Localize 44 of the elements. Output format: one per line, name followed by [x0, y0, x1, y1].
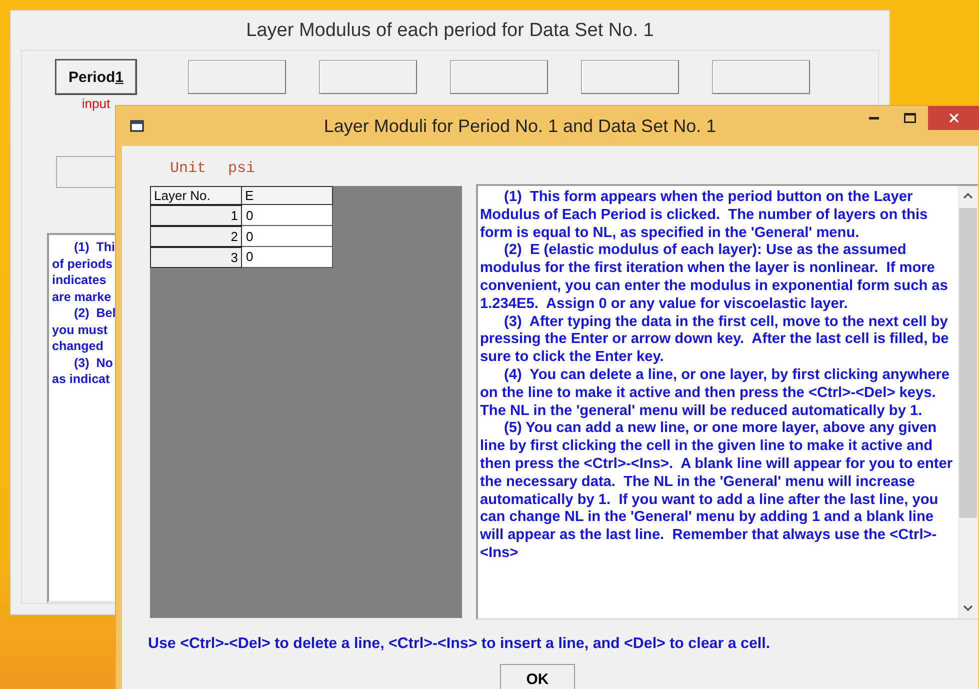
help-paragraph: (1) This form appears when the period button on the Layer Modulus of Each Period is clicked. The number of layers on this form is equal to NL, as specified in the 'General' menu. [480, 189, 929, 242]
help-paragraph: (5) You can add a new line, or one more layer, above any given line by first clicking the cell in the given line to make it active and then press the <Ctrl>-<Ins>. A blank line will appear for you to enter the necessary data. The NL in the 'General' menu will increase automatically by 1. If you want to add a line after the last line, you can change NL in the 'General' menu by adding 1 and a blank line will appear as the last line. Remember that always use the <Ctrl>-<Ins> [480, 420, 954, 563]
table-cell[interactable]: 0 [242, 246, 332, 267]
row-header: 2 [150, 226, 242, 246]
scroll-up-icon[interactable] [963, 192, 973, 199]
help-paragraph: (4) You can delete a line, or one layer, by first clicking anywhere on the line to make it active and then press the <Ctrl>-<Del> keys. The NL in the 'general' menu will be reduced automatically by 1. [480, 366, 951, 420]
period-button[interactable] [450, 60, 548, 94]
window-title: Layer Modulus of each period for Data Set No. 1 [245, 18, 655, 42]
help-paragraph: (2) E (elastic modulus of each layer): Use as the assumed modulus for the first iteration when the layer is nonlinear. If more convenient, you can enter the modulus in exponential form such as 1.234E5. Assign 0 or any value for viscoelastic layer. [480, 242, 949, 314]
minimize-icon [869, 116, 879, 120]
table-cell[interactable]: 0 [242, 204, 332, 226]
unit-value: psi [228, 160, 256, 179]
row-header: 1 [150, 204, 242, 226]
unit-label: Unit [170, 160, 206, 179]
maximize-icon [904, 113, 916, 123]
scroll-down-icon[interactable] [963, 605, 973, 612]
help-text-line: indicates [52, 272, 106, 288]
hint-text: Use <Ctrl>-<Del> to delete a line, <Ctrl>-<Ins> to insert a line, and <Del> to clear a cell. [147, 634, 772, 652]
period-button[interactable]: Period1 [56, 60, 136, 94]
help-text-line: (2) Bel [73, 305, 116, 322]
help-text-line: changed [52, 338, 104, 354]
column-header: E [242, 186, 332, 204]
help-text-line: (1) Thi [73, 239, 115, 256]
close-button[interactable] [928, 106, 979, 130]
help-text-line: as indicat [52, 371, 110, 388]
dialog-title: Layer Moduli for Period No. 1 and Data Set No. 1 [322, 116, 718, 136]
period-button[interactable] [712, 60, 810, 94]
period-button[interactable] [188, 60, 286, 94]
column-header: Layer No. [150, 186, 242, 204]
help-text-line: of periods [52, 256, 112, 272]
row-header: 3 [150, 246, 242, 267]
input-note: input [82, 96, 110, 111]
help-paragraph: (3) After typing the data in the first cell, move to the next cell by pressing the Enter or arrow down key. After the last cell is filled, be sure to click the Enter key. [480, 314, 950, 367]
table-cell[interactable]: 0 [242, 226, 332, 246]
help-text-line: are marke [52, 288, 112, 305]
help-text-line: (3) No [73, 354, 113, 371]
period-button[interactable] [319, 60, 417, 94]
scrollbar[interactable] [958, 186, 978, 618]
period-button[interactable] [581, 60, 679, 94]
window-icon [130, 120, 144, 132]
help-text-line: you must [52, 322, 108, 338]
ok-button[interactable]: OK [500, 664, 575, 689]
close-icon [949, 113, 959, 123]
scrollbar-thumb[interactable] [959, 208, 977, 518]
